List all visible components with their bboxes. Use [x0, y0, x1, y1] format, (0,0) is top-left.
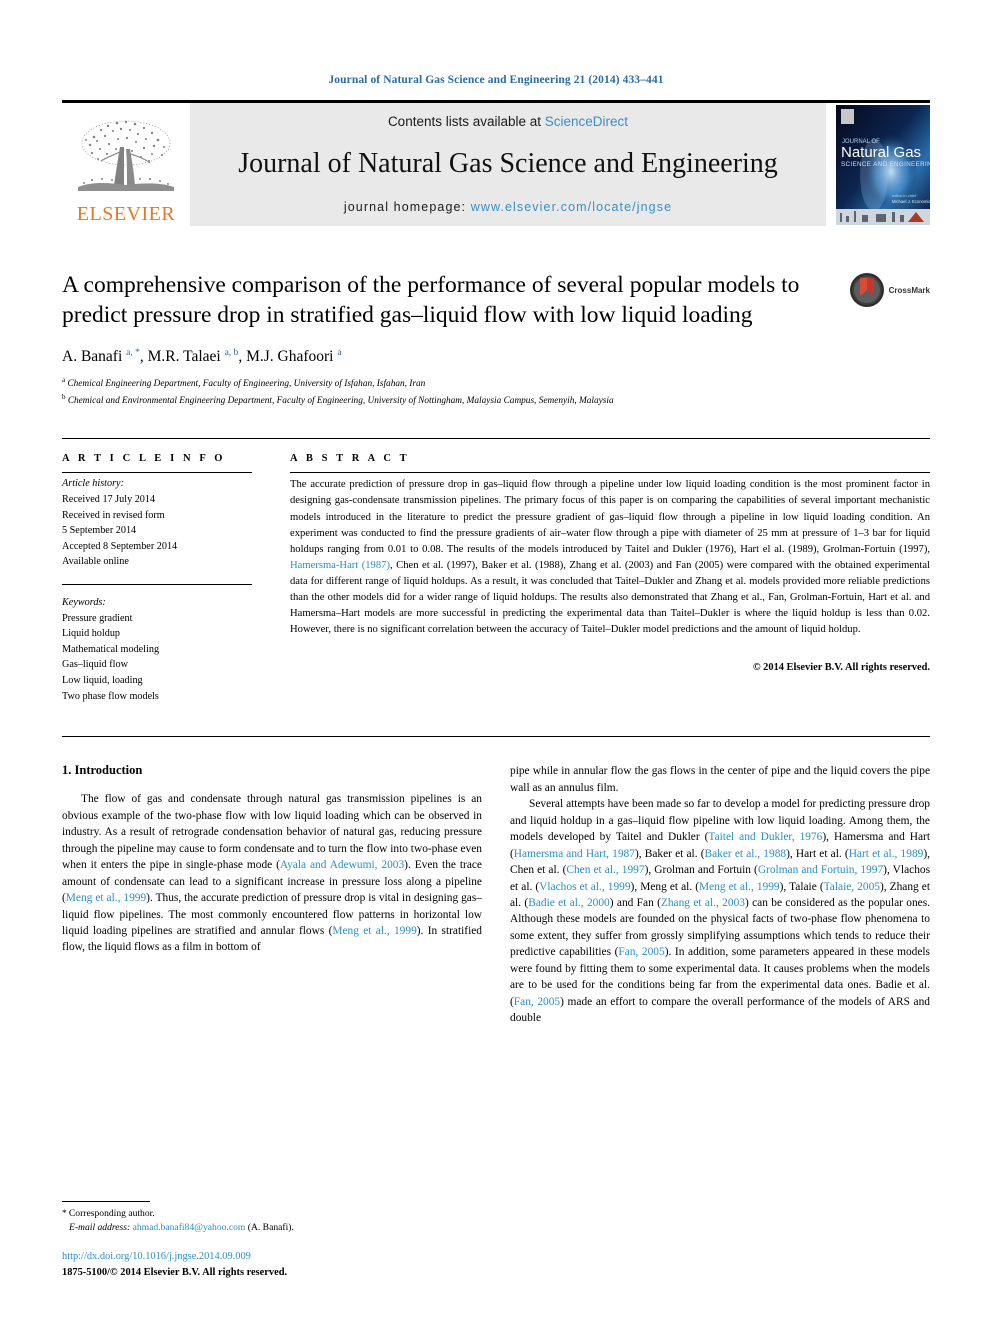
- contents-prefix: Contents lists available at: [387, 114, 545, 129]
- citation-link[interactable]: Zhang et al., 2003: [661, 897, 745, 909]
- keywords-block: Keywords: Pressure gradient Liquid holdu…: [62, 591, 252, 704]
- running-head: Journal of Natural Gas Science and Engin…: [328, 74, 664, 86]
- corresponding-author-label: Corresponding author.: [68, 1208, 155, 1219]
- email-label: E-mail address:: [69, 1222, 131, 1234]
- elsevier-logo: ELSEVIER: [62, 103, 190, 226]
- citation-link[interactable]: Hamersma and Hart, 1987: [514, 848, 635, 860]
- article-info-column: A R T I C L E I N F O Article history: R…: [62, 453, 280, 704]
- email-suffix: (A. Banafi).: [247, 1222, 294, 1234]
- keyword-item: Liquid holdup: [62, 628, 121, 640]
- journal-cover-thumbnail: JOURNAL OF Natural Gas SCIENCE AND ENGIN…: [826, 103, 930, 226]
- abstract-column: A B S T R A C T The accurate prediction …: [280, 453, 930, 704]
- info-abstract-section: A R T I C L E I N F O Article history: R…: [62, 438, 930, 704]
- intro-paragraph-right-2: Several attempts have been made so far t…: [510, 796, 930, 1027]
- article-history-block: Article history: Received 17 July 2014 R…: [62, 473, 252, 570]
- sciencedirect-link[interactable]: ScienceDirect: [545, 114, 628, 129]
- citation-link[interactable]: Ayala and Adewumi, 2003: [280, 859, 404, 871]
- citation-link[interactable]: Vlachos et al., 1999: [539, 881, 630, 893]
- journal-homepage-line: journal homepage: www.elsevier.com/locat…: [344, 200, 672, 214]
- affiliations: a Chemical Engineering Department, Facul…: [62, 375, 820, 408]
- history-line: Received 17 July 2014: [62, 493, 156, 505]
- svg-text:SCIENCE AND ENGINEERING: SCIENCE AND ENGINEERING: [841, 161, 930, 168]
- intro-right-text-d: ), Hart et al. (: [786, 847, 849, 860]
- history-line: Received in revised form: [62, 509, 165, 521]
- intro-right-text-n: ) made an effort to compare the overall …: [510, 995, 930, 1025]
- title-block: A comprehensive comparison of the perfor…: [62, 270, 930, 408]
- citation-link[interactable]: Grolman and Fortuin, 1997: [758, 864, 883, 876]
- citation-link[interactable]: Fan, 2005: [514, 996, 560, 1008]
- affiliation-a-text: Chemical Engineering Department, Faculty…: [67, 379, 426, 390]
- intro-right-text-h: ), Meng et al. (: [630, 880, 700, 893]
- author-list: A. Banafi a, *, M.R. Talaei a, b, M.J. G…: [62, 348, 820, 366]
- keyword-item: Pressure gradient: [62, 612, 133, 624]
- email-link[interactable]: ahmad.banafi84@yahoo.com: [133, 1222, 246, 1233]
- body-column-right: pipe while in annular flow the gas flows…: [510, 763, 930, 1027]
- elsevier-tree-icon: [78, 120, 174, 191]
- introduction-heading: 1. Introduction: [62, 763, 143, 778]
- doi-link[interactable]: http://dx.doi.org/10.1016/j.jngse.2014.0…: [62, 1249, 462, 1265]
- homepage-url-link[interactable]: www.elsevier.com/locate/jngse: [471, 200, 672, 214]
- svg-text:editor-in-chief: editor-in-chief: [892, 193, 917, 198]
- svg-text:Natural Gas: Natural Gas: [841, 144, 921, 161]
- journal-title: Journal of Natural Gas Science and Engin…: [238, 148, 778, 180]
- corresponding-star: *: [62, 1208, 67, 1218]
- citation-link[interactable]: Talaie, 2005: [824, 881, 880, 893]
- footnote-rule: [62, 1201, 150, 1202]
- citation-link[interactable]: Meng et al., 1999: [332, 925, 416, 937]
- paper-page: Journal of Natural Gas Science and Engin…: [0, 0, 992, 1323]
- keywords-label: Keywords:: [62, 596, 106, 608]
- intro-right-text-k: ) and Fan (: [609, 896, 661, 909]
- body-section: 1. Introduction The flow of gas and cond…: [62, 736, 930, 1027]
- keyword-item: Two phase flow models: [62, 690, 159, 702]
- crossmark-label: CrossMark: [888, 285, 930, 295]
- citation-link[interactable]: Chen et al., 1997: [566, 864, 644, 876]
- page-title: A comprehensive comparison of the perfor…: [62, 272, 800, 329]
- intro-right-text-f: ), Grolman and Fortuin (: [644, 864, 758, 877]
- page-footer: * Corresponding author. E-mail address: …: [62, 1201, 462, 1281]
- body-column-left: 1. Introduction The flow of gas and cond…: [62, 763, 482, 1027]
- affiliation-a: a Chemical Engineering Department, Facul…: [62, 376, 426, 390]
- abstract-text: The accurate prediction of pressure drop…: [290, 473, 930, 638]
- elsevier-wordmark: ELSEVIER: [76, 203, 176, 225]
- journal-banner: ELSEVIER Contents lists available at Sci…: [62, 100, 930, 226]
- citation-link[interactable]: Taitel and Dukler, 1976: [708, 831, 822, 843]
- authors-html: A. Banafi a, *, M.R. Talaei a, b, M.J. G…: [62, 348, 342, 366]
- citation-link[interactable]: Meng et al., 1999: [699, 881, 780, 893]
- history-line: Available online: [62, 556, 129, 568]
- corresponding-author-note: * Corresponding author.: [62, 1207, 462, 1221]
- keywords-rule: [62, 583, 252, 585]
- crossmark-icon: [849, 273, 884, 307]
- abstract-heading: A B S T R A C T: [290, 453, 410, 465]
- crossmark-badge[interactable]: CrossMark: [849, 272, 930, 308]
- abstract-citation-link[interactable]: Hamersma-Hart (1987): [290, 560, 390, 571]
- citation-link[interactable]: Fan, 2005: [618, 946, 664, 958]
- history-line: Accepted 8 September 2014: [62, 540, 178, 552]
- citation-link[interactable]: Badie et al., 2000: [528, 897, 610, 909]
- history-line: 5 September 2014: [62, 525, 137, 537]
- journal-cover-image: JOURNAL OF Natural Gas SCIENCE AND ENGIN…: [836, 104, 930, 225]
- affiliation-b: b Chemical and Environmental Engineering…: [62, 392, 614, 406]
- copyright-line: © 2014 Elsevier B.V. All rights reserved…: [752, 662, 930, 674]
- email-note: E-mail address: ahmad.banafi84@yahoo.com…: [62, 1221, 462, 1235]
- article-info-heading: A R T I C L E I N F O: [62, 453, 226, 465]
- contents-lists-line: Contents lists available at ScienceDirec…: [388, 114, 628, 129]
- intro-right-text-c: ), Baker et al. (: [634, 847, 705, 860]
- homepage-prefix: journal homepage:: [343, 199, 471, 214]
- abstract-part-1: The accurate prediction of pressure drop…: [290, 479, 930, 555]
- article-history-label: Article history:: [62, 478, 124, 490]
- issn-copyright-line: 1875-5100/© 2014 Elsevier B.V. All right…: [62, 1267, 288, 1279]
- intro-right-text-i: ), Talaie (: [779, 880, 824, 893]
- svg-text:Michael J. Economides: Michael J. Economides: [892, 199, 930, 204]
- banner-center: Contents lists available at ScienceDirec…: [190, 103, 826, 226]
- intro-paragraph-left: The flow of gas and condensate through n…: [62, 791, 482, 956]
- abstract-part-2: , Chen et al. (1997), Baker et al. (1988…: [290, 559, 930, 636]
- keyword-item: Gas–liquid flow: [62, 659, 128, 671]
- intro-paragraph-right-1: pipe while in annular flow the gas flows…: [510, 765, 930, 794]
- keyword-item: Mathematical modeling: [62, 643, 160, 655]
- affiliation-b-text: Chemical and Environmental Engineering D…: [67, 395, 614, 406]
- citation-link[interactable]: Hart et al., 1989: [849, 848, 924, 860]
- keyword-item: Low liquid, loading: [62, 675, 143, 687]
- citation-link[interactable]: Baker et al., 1988: [705, 848, 787, 860]
- citation-link[interactable]: Meng et al., 1999: [66, 892, 146, 904]
